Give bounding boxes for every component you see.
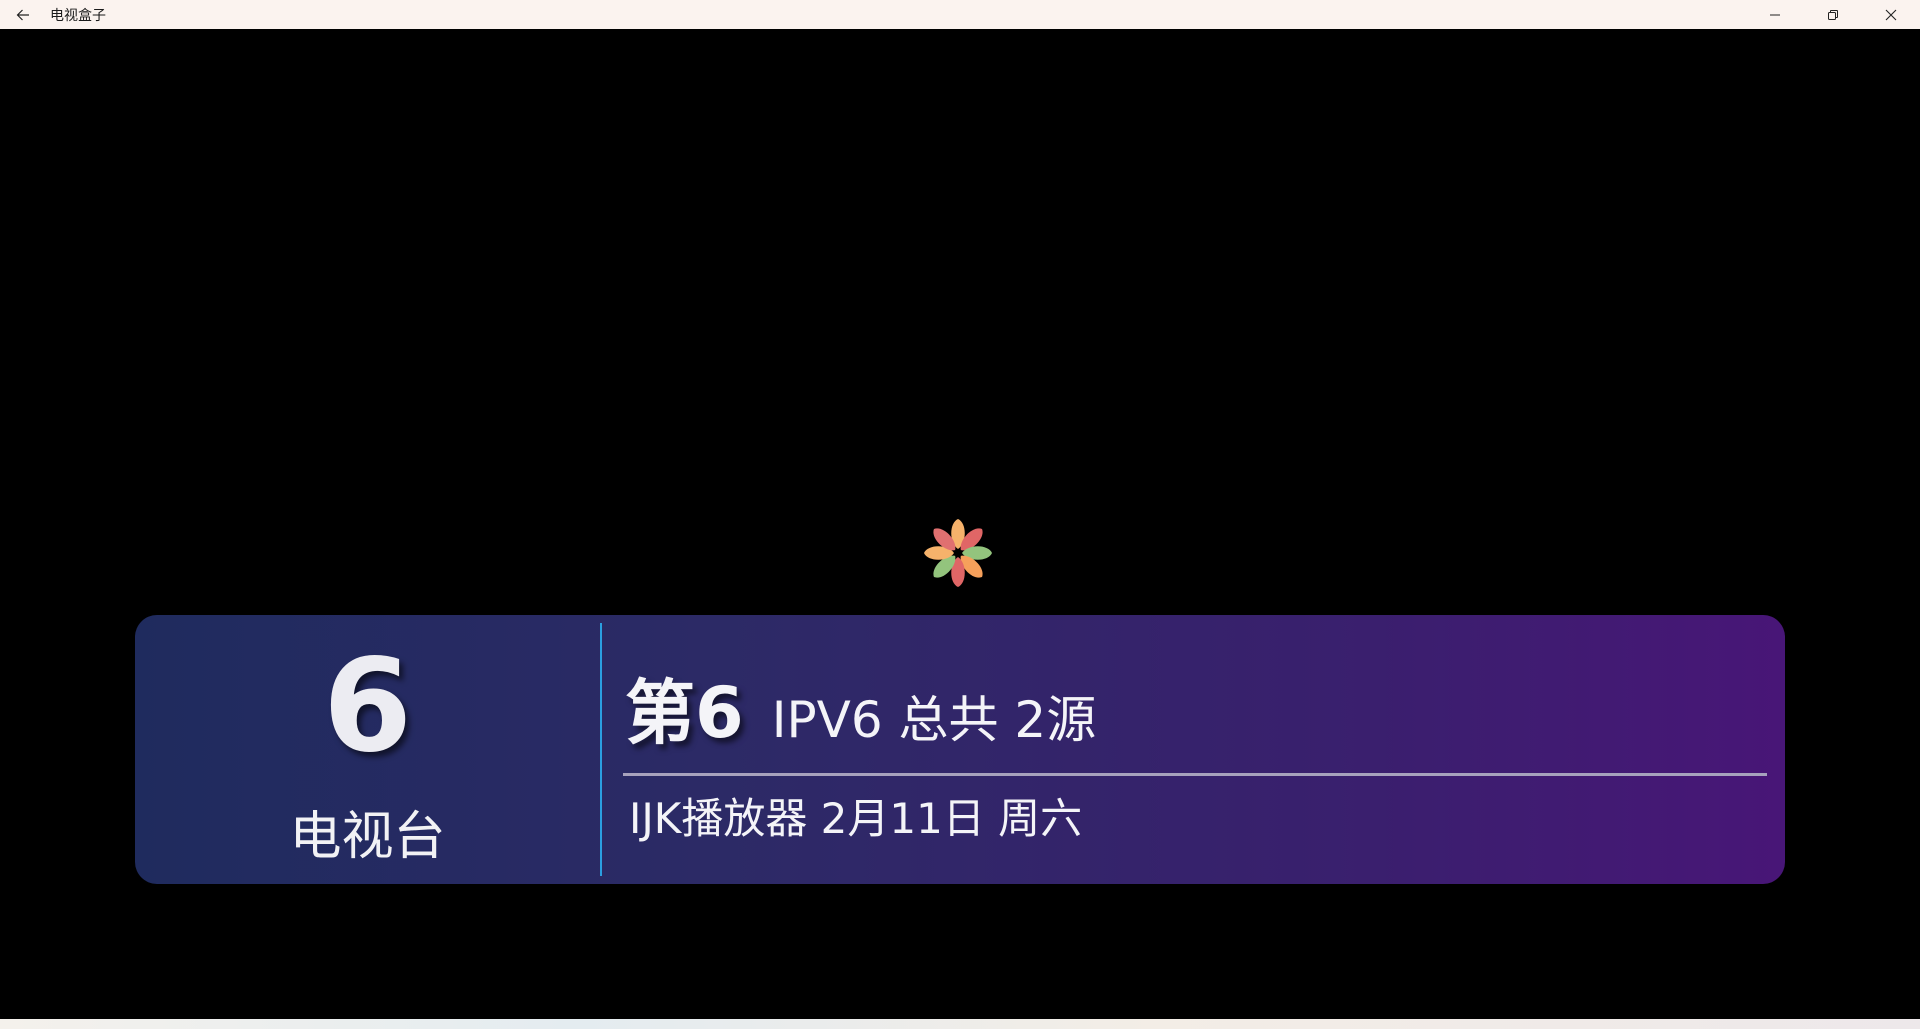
close-icon [1885,9,1897,20]
back-button[interactable] [0,0,46,29]
player-meta: IJK播放器 2月11日 周六 [629,794,1083,843]
window-title: 电视盒子 [50,7,106,24]
program-line: 第6 IPV6 总共 2源 [625,657,1096,758]
minimize-icon [1770,14,1780,15]
window-controls [1746,0,1920,29]
close-button[interactable] [1862,0,1920,29]
taskbar-edge [0,1019,1920,1029]
channel-summary: 6 电视台 [135,615,600,884]
channel-name: 电视台 [289,807,446,867]
restore-icon [1828,9,1838,20]
channel-info-panel: 6 电视台 第6 IPV6 总共 2源 IJK播放器 2月11日 周六 [135,615,1785,884]
vertical-divider [600,623,602,876]
minimize-button[interactable] [1746,0,1804,29]
restore-button[interactable] [1804,0,1862,29]
program-detail: IPV6 总共 2源 [771,691,1097,749]
flower-spinner-icon [924,519,992,587]
program-index: 第6 [625,672,744,754]
title-bar: 电视盒子 [0,0,1920,29]
horizontal-divider [623,773,1767,776]
arrow-left-icon [16,9,29,20]
channel-number: 6 [322,632,413,781]
